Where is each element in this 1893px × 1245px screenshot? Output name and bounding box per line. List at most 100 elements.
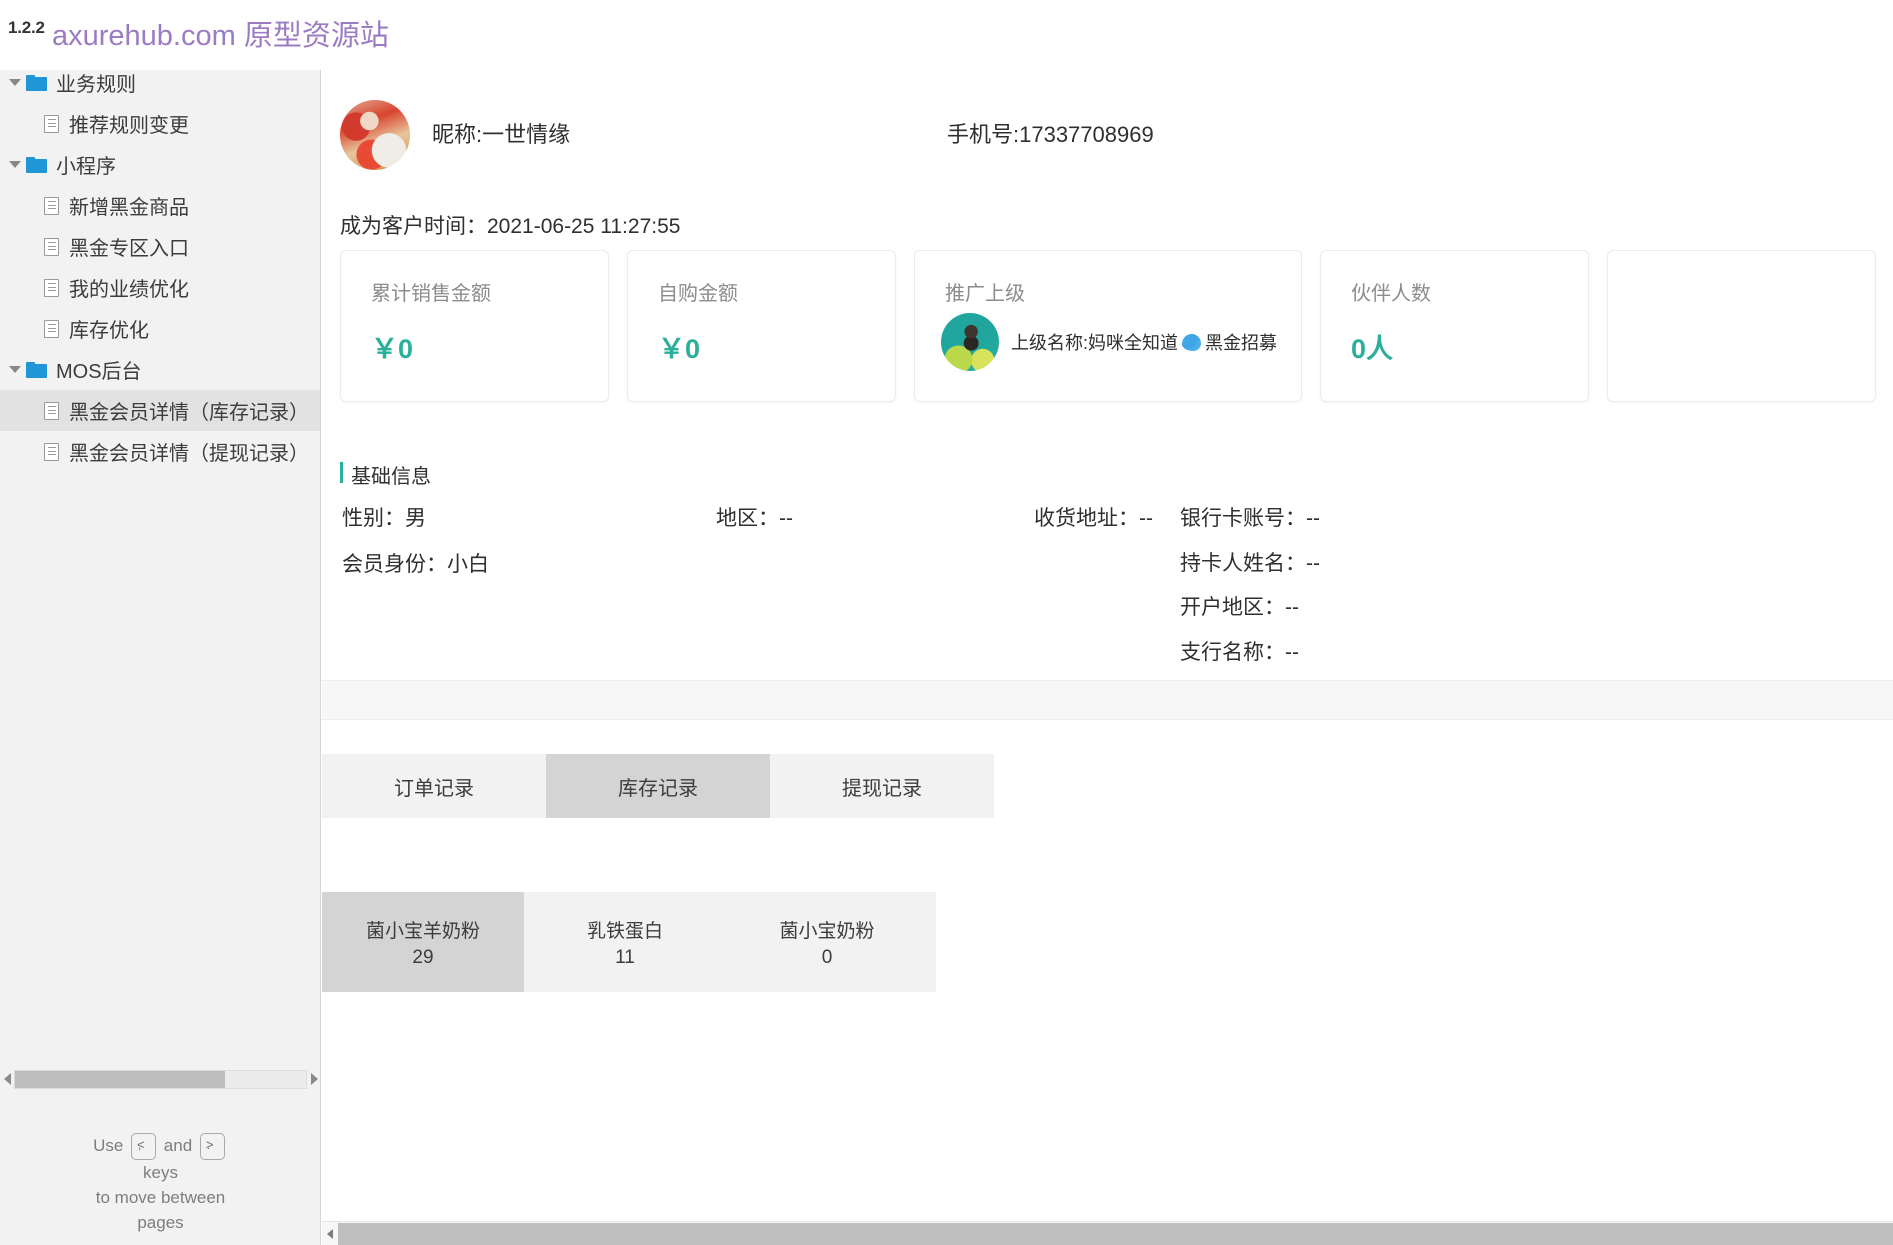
field-open-area: 开户地区：-- [1180,596,1299,619]
superior-info: 上级名称:妈咪全知道 黑金招募 [941,313,1277,371]
tree-item-label: 黑金专区入口 [69,238,189,260]
page-icon [44,319,59,338]
member-avatar [340,100,410,170]
tree-item-label: 黑金会员详情（库存记录） [69,402,309,424]
field-gender: 性别：男 [342,507,426,530]
stat-card-value: 0人 [1351,334,1394,364]
inventory-product-strip: 菌小宝羊奶粉 29 乳铁蛋白 11 菌小宝奶粉 0 [322,892,936,992]
stat-card-promotion-superior: 推广上级 上级名称:妈咪全知道 黑金招募 [914,250,1302,402]
page-icon [44,278,59,297]
hint-keys-word: keys [143,1163,178,1182]
hint-use-label: Use [93,1135,124,1155]
stat-card-overflow-partial [1607,250,1876,402]
page-icon [44,237,59,256]
sidebar: 业务规则推荐规则变更小程序新增黑金商品 黑金专区入口 我的业绩优化 库存优化 MOS后台… [0,0,321,1245]
member-phone: 手机号:17337708969 [947,122,1154,147]
superior-avatar [941,313,999,371]
stat-card-value: ￥0 [371,334,414,364]
tree-item-label: 业务规则 [56,74,136,96]
hint-line-2: to move between [95,1188,226,1207]
inventory-product-name: 乳铁蛋白 [586,920,663,942]
field-bank-account: 银行卡账号：-- [1180,507,1320,530]
tree-item-page[interactable]: 新增黑金商品 [0,185,320,226]
tree-item-folder[interactable]: 业务规则 [0,62,320,103]
tree-item-label: 新增黑金商品 [69,197,189,219]
tree-item-label: 黑金会员详情（提现记录） [69,443,309,465]
stat-card-value: ￥0 [658,334,701,364]
sidebar-horizontal-scrollbar[interactable] [0,1065,320,1093]
superior-name: 上级名称:妈咪全知道 黑金招募 [1011,329,1277,355]
member-profile-header: 昵称:一世情缘 手机号:17337708969 [322,70,1893,190]
field-card-holder: 持卡人姓名：-- [1180,552,1320,575]
superior-name-suffix: 黑金招募 [1205,333,1278,353]
stat-card-self-purchase: 自购金额 ￥0 [627,250,896,402]
inventory-product-card[interactable]: 菌小宝奶粉 0 [726,892,928,992]
stat-card-title: 推广上级 [945,283,1025,305]
tree-item-page[interactable]: 库存优化 [0,308,320,349]
app-root: 业务规则推荐规则变更小程序新增黑金商品 黑金专区入口 我的业绩优化 库存优化 MOS后台… [0,0,1893,1245]
stat-card-title: 伙伴人数 [1351,283,1431,305]
main-horizontal-scrollbar[interactable] [322,1221,1893,1245]
tree-item-page[interactable]: 黑金会员详情（库存记录） [0,390,320,431]
superior-name-prefix: 上级名称:妈咪全知道 [1011,333,1179,353]
tree-item-page[interactable]: 我的业绩优化 [0,267,320,308]
expand-collapse-caret-icon[interactable] [4,79,26,86]
inventory-product-card[interactable]: 乳铁蛋白 11 [524,892,726,992]
stat-card-partner-count: 伙伴人数 0人 [1320,250,1589,402]
sidebar-scroll-left-arrow[interactable] [0,1065,14,1093]
section-divider [322,680,1893,720]
inventory-product-count: 0 [821,946,833,968]
basic-info-section-title: 基础信息 [340,460,431,489]
field-region: 地区：-- [716,507,793,530]
become-customer-time: 成为客户时间：2021-06-25 11:27:55 [340,215,681,238]
hint-line-3: pages [137,1213,184,1232]
sidebar-scroll-track[interactable] [14,1069,307,1089]
page-tree: 业务规则推荐规则变更小程序新增黑金商品 黑金专区入口 我的业绩优化 库存优化 MOS后台… [0,62,320,472]
inventory-product-count: 29 [412,946,434,968]
sidebar-scroll-right-arrow[interactable] [307,1065,320,1093]
page-icon [44,442,59,461]
inventory-product-count: 11 [615,946,635,968]
record-tabs: 订单记录 库存记录 提现记录 [322,754,994,818]
hint-and-label: and [163,1135,193,1155]
expand-collapse-caret-icon[interactable] [4,366,26,373]
stat-card-total-sales: 累计销售金额 ￥0 [340,250,609,402]
tab-1[interactable]: 库存记录 [546,754,770,818]
member-nickname: 昵称:一世情缘 [432,122,571,147]
stat-card-title: 累计销售金额 [371,283,491,305]
tab-2[interactable]: 提现记录 [770,754,994,818]
prev-key-lower-glyph: , [138,1140,142,1152]
page-icon [44,196,59,215]
tree-item-page[interactable]: 黑金会员详情（提现记录） [0,431,320,472]
dolphin-emoji-icon [1182,333,1202,351]
tree-item-page[interactable]: 黑金专区入口 [0,226,320,267]
main-scroll-thumb[interactable] [338,1222,1893,1245]
expand-collapse-caret-icon[interactable] [4,161,26,168]
field-member-level: 会员身份：小白 [342,553,489,576]
stat-card-row: 累计销售金额 ￥0 自购金额 ￥0 推广上级 上级名称:妈咪全知道 黑金招募 伙… [340,250,1876,402]
next-page-key: > . [199,1133,225,1160]
page-navigation-hint: Use < , and > . keys to move between pag… [0,1133,320,1235]
page-icon [44,401,59,420]
page-icon [44,114,59,133]
tree-item-label: MOS后台 [56,361,142,383]
tree-item-label: 推荐规则变更 [69,115,189,137]
tree-item-label: 库存优化 [69,320,149,342]
inventory-product-name: 菌小宝羊奶粉 [365,920,480,942]
tree-item-folder[interactable]: MOS后台 [0,349,320,390]
tab-0[interactable]: 订单记录 [322,754,546,818]
inventory-product-card[interactable]: 菌小宝羊奶粉 29 [322,892,524,992]
field-shipping-address: 收货地址：-- [1034,507,1153,530]
tree-item-folder[interactable]: 小程序 [0,144,320,185]
inventory-product-name: 菌小宝奶粉 [779,920,875,942]
tree-item-label: 小程序 [56,156,116,178]
next-key-lower-glyph: . [206,1140,210,1152]
tree-item-label: 我的业绩优化 [69,279,189,301]
field-branch-name: 支行名称：-- [1180,641,1299,664]
folder-icon [26,74,47,91]
main-scroll-left-arrow[interactable] [322,1222,338,1245]
tree-item-page[interactable]: 推荐规则变更 [0,103,320,144]
folder-icon [26,361,47,378]
stat-card-title: 自购金额 [658,283,738,305]
sidebar-scroll-thumb[interactable] [15,1070,225,1088]
